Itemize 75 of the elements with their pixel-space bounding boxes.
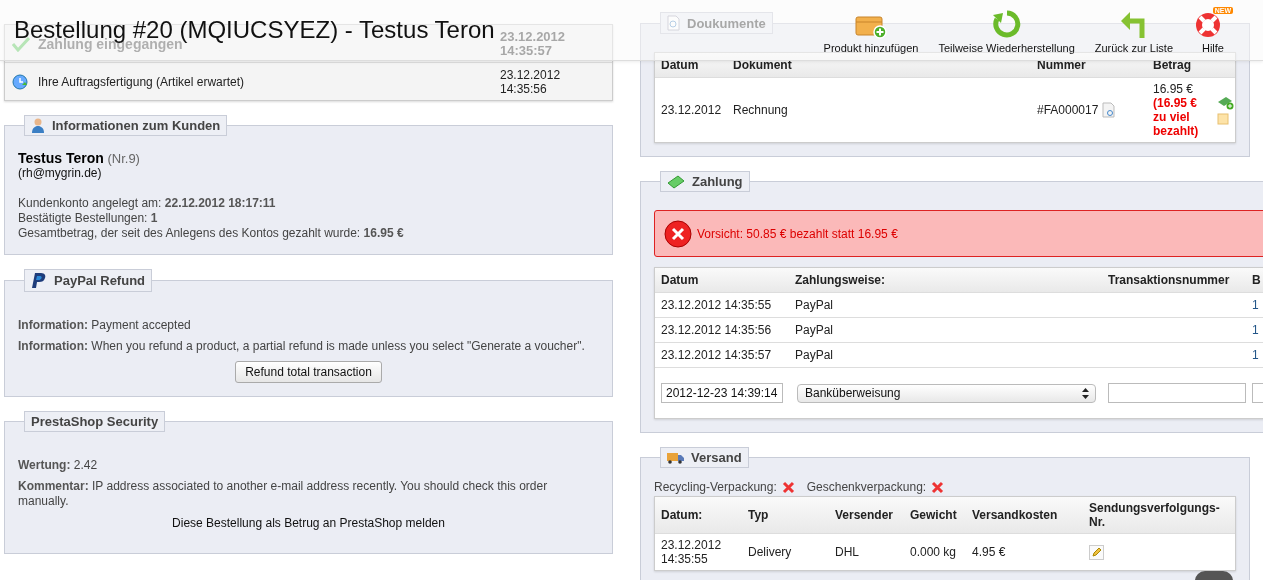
info-text: Information: When you refund a product, a partial refund is made unless you select "Generate a voucher". (18, 339, 585, 353)
column-header: Dokument (733, 58, 793, 72)
column-header: Zahlungsweise: (795, 273, 887, 287)
customer-name: Testus Teron (Nr.9) (18, 150, 141, 166)
table-cell-text: Rechnung (733, 103, 789, 117)
table-cell-text: 23.12.2012 14:35:57 (661, 348, 773, 362)
column-header: Transaktionsnummer (1108, 273, 1231, 287)
column-header: Typ (748, 508, 770, 522)
column-header: Sendungsverfolgungs-Nr. (1089, 501, 1221, 529)
column-header: Betrag (1153, 58, 1192, 72)
customer-fact: Kundenkonto angelegt am: 22.12.2012 18:17:11 (18, 196, 276, 210)
column-header: Versandkosten (972, 508, 1059, 522)
payment-method-select[interactable]: Banküberweisung (797, 383, 1096, 403)
column-header: Datum (661, 273, 700, 287)
customer-fact: Bestätigte Bestellungen: 1 (18, 211, 158, 225)
table-cell-text: 23.12.2012 14:35:56 (661, 323, 773, 337)
table-cell-text: 23.12.2012 14:35:55 (661, 538, 723, 566)
table-cell-text: PayPal (795, 348, 835, 362)
error-icon (663, 218, 693, 249)
banknote-icon (667, 174, 685, 189)
alert-message: Vorsicht: 50.85 € bezahlt statt 16.95 € (697, 226, 898, 241)
table-cell-text: Delivery (748, 545, 793, 559)
column-header: Versender (835, 508, 895, 522)
person-icon (31, 118, 45, 133)
table-cell-text: 1 (1252, 298, 1260, 312)
table-cell-text: 1 (1252, 348, 1260, 362)
edit-icon[interactable] (1089, 544, 1104, 560)
panel-title: Informationen zum Kunden (52, 118, 221, 133)
truck-icon (667, 451, 684, 464)
overpaid-warning: (16.95 € zu viel bezahlt) (1153, 96, 1200, 138)
info-text: Information: Payment accepted (18, 318, 191, 332)
toolbar-button[interactable]: Produkt hinzufügen (821, 10, 921, 54)
panel-title: PrestaShop Security (31, 414, 159, 429)
table-cell-text: PayPal (795, 298, 835, 312)
option-label: Recycling-Verpackung: (654, 480, 777, 494)
money-add-icon[interactable] (1217, 95, 1234, 110)
column-header: Gewicht (910, 508, 958, 522)
table-cell-text: DHL (835, 545, 860, 559)
document-view-icon[interactable] (1102, 102, 1117, 118)
customer-email: (rh@mygrin.de) (18, 166, 103, 181)
info-text: Kommentar: IP address associated to another e-mail address recently. You should check this order manually. (18, 479, 548, 508)
table-cell-text: 23.12.2012 (661, 103, 723, 117)
report-fraud-link[interactable]: Diese Bestellung als Betrug an PrestaShop melden (172, 516, 445, 530)
column-header: Datum (661, 58, 700, 72)
table-cell-text: 0.000 kg (910, 545, 958, 559)
table-cell-text: 4.95 € (972, 545, 1007, 559)
status-label: Ihre Auftragsfertigung (Artikel erwartet) (38, 74, 246, 89)
transaction-field[interactable] (1108, 383, 1246, 403)
panel-title: Versand (691, 450, 742, 465)
paypal-icon (31, 272, 47, 289)
panel-title: Zahlung (692, 174, 743, 189)
column-header: Datum: (661, 508, 704, 522)
panel-title: PayPal Refund (54, 273, 146, 288)
status-date: 23.12.2012 14:35:56 (500, 67, 562, 96)
panel-title: Doukumente (687, 15, 766, 31)
toolbar-button[interactable]: Teilweise Wiederherstellung (936, 8, 1077, 54)
note-icon[interactable] (1217, 112, 1229, 125)
date-field[interactable]: 2012-12-23 14:39:14 (661, 383, 783, 403)
column-header: B (1252, 273, 1262, 287)
refund-button[interactable]: Refund total transaction (235, 361, 382, 383)
info-text: Wertung: 2.42 (18, 458, 98, 472)
table-cell-text: PayPal (795, 323, 835, 337)
table-cell: 16.95 € (1153, 82, 1194, 96)
option-label: Geschenkverpackung: (806, 480, 927, 494)
table-cell-text: 1 (1252, 323, 1260, 337)
circular-arrow-icon (991, 8, 1022, 39)
customer-fact: Gesamtbetrag, der seit des Anlegens des Kontos gezahlt wurde: 16.95 € (18, 226, 404, 240)
updown-caret-icon (1082, 387, 1089, 399)
table-cell-text: 23.12.2012 14:35:55 (661, 298, 773, 312)
document-icon (667, 15, 680, 31)
clock-icon (12, 73, 29, 90)
table-cell: #FA000017 (1037, 103, 1099, 117)
status-date: 23.12.2012 14:35:57 (500, 29, 567, 58)
column-header: Nummer (1037, 58, 1087, 72)
toolbar-button[interactable]: Zurück zur Liste (1092, 8, 1175, 54)
